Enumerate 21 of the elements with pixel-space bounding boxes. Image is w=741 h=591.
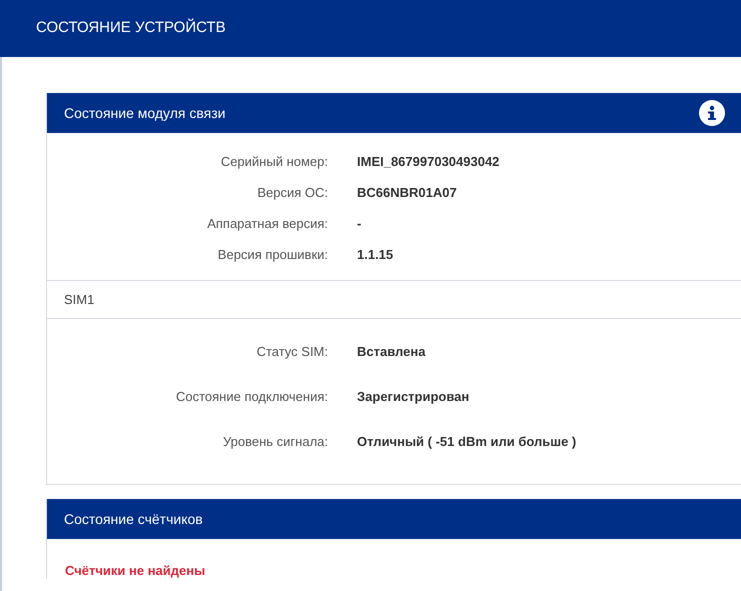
field-value: Вставлена [357,342,426,361]
info-icon [705,105,719,121]
panel-title: Состояние модуля связи [64,104,226,123]
page-title: СОСТОЯНИЕ УСТРОЙСТВ [36,18,226,38]
field-label: Серийный номер: [220,152,328,171]
field-value: BC66NBR01A07 [357,184,457,202]
field-label: Состояние подключения: [174,388,328,406]
field-label: Версия прошивки: [216,246,328,264]
field-value: Зарегистрирован [357,388,470,406]
field-value: - [357,214,362,233]
status-message: Счётчики не найдены [65,563,206,578]
section-title: SIM1 [64,290,94,309]
field-value: IMEI_867997030493042 [357,152,500,171]
field-label: Версия ОС: [256,184,328,202]
panel-title: Состояние счётчиков [64,510,203,528]
info-button[interactable] [699,100,725,126]
field-value: 1.1.15 [357,246,394,264]
field-label: Аппаратная версия: [206,214,328,233]
field-label: Уровень сигнала: [222,432,328,451]
field-label: Статус SIM: [256,342,328,361]
field-value: Отличный ( -51 dBm или больше ) [357,432,576,451]
